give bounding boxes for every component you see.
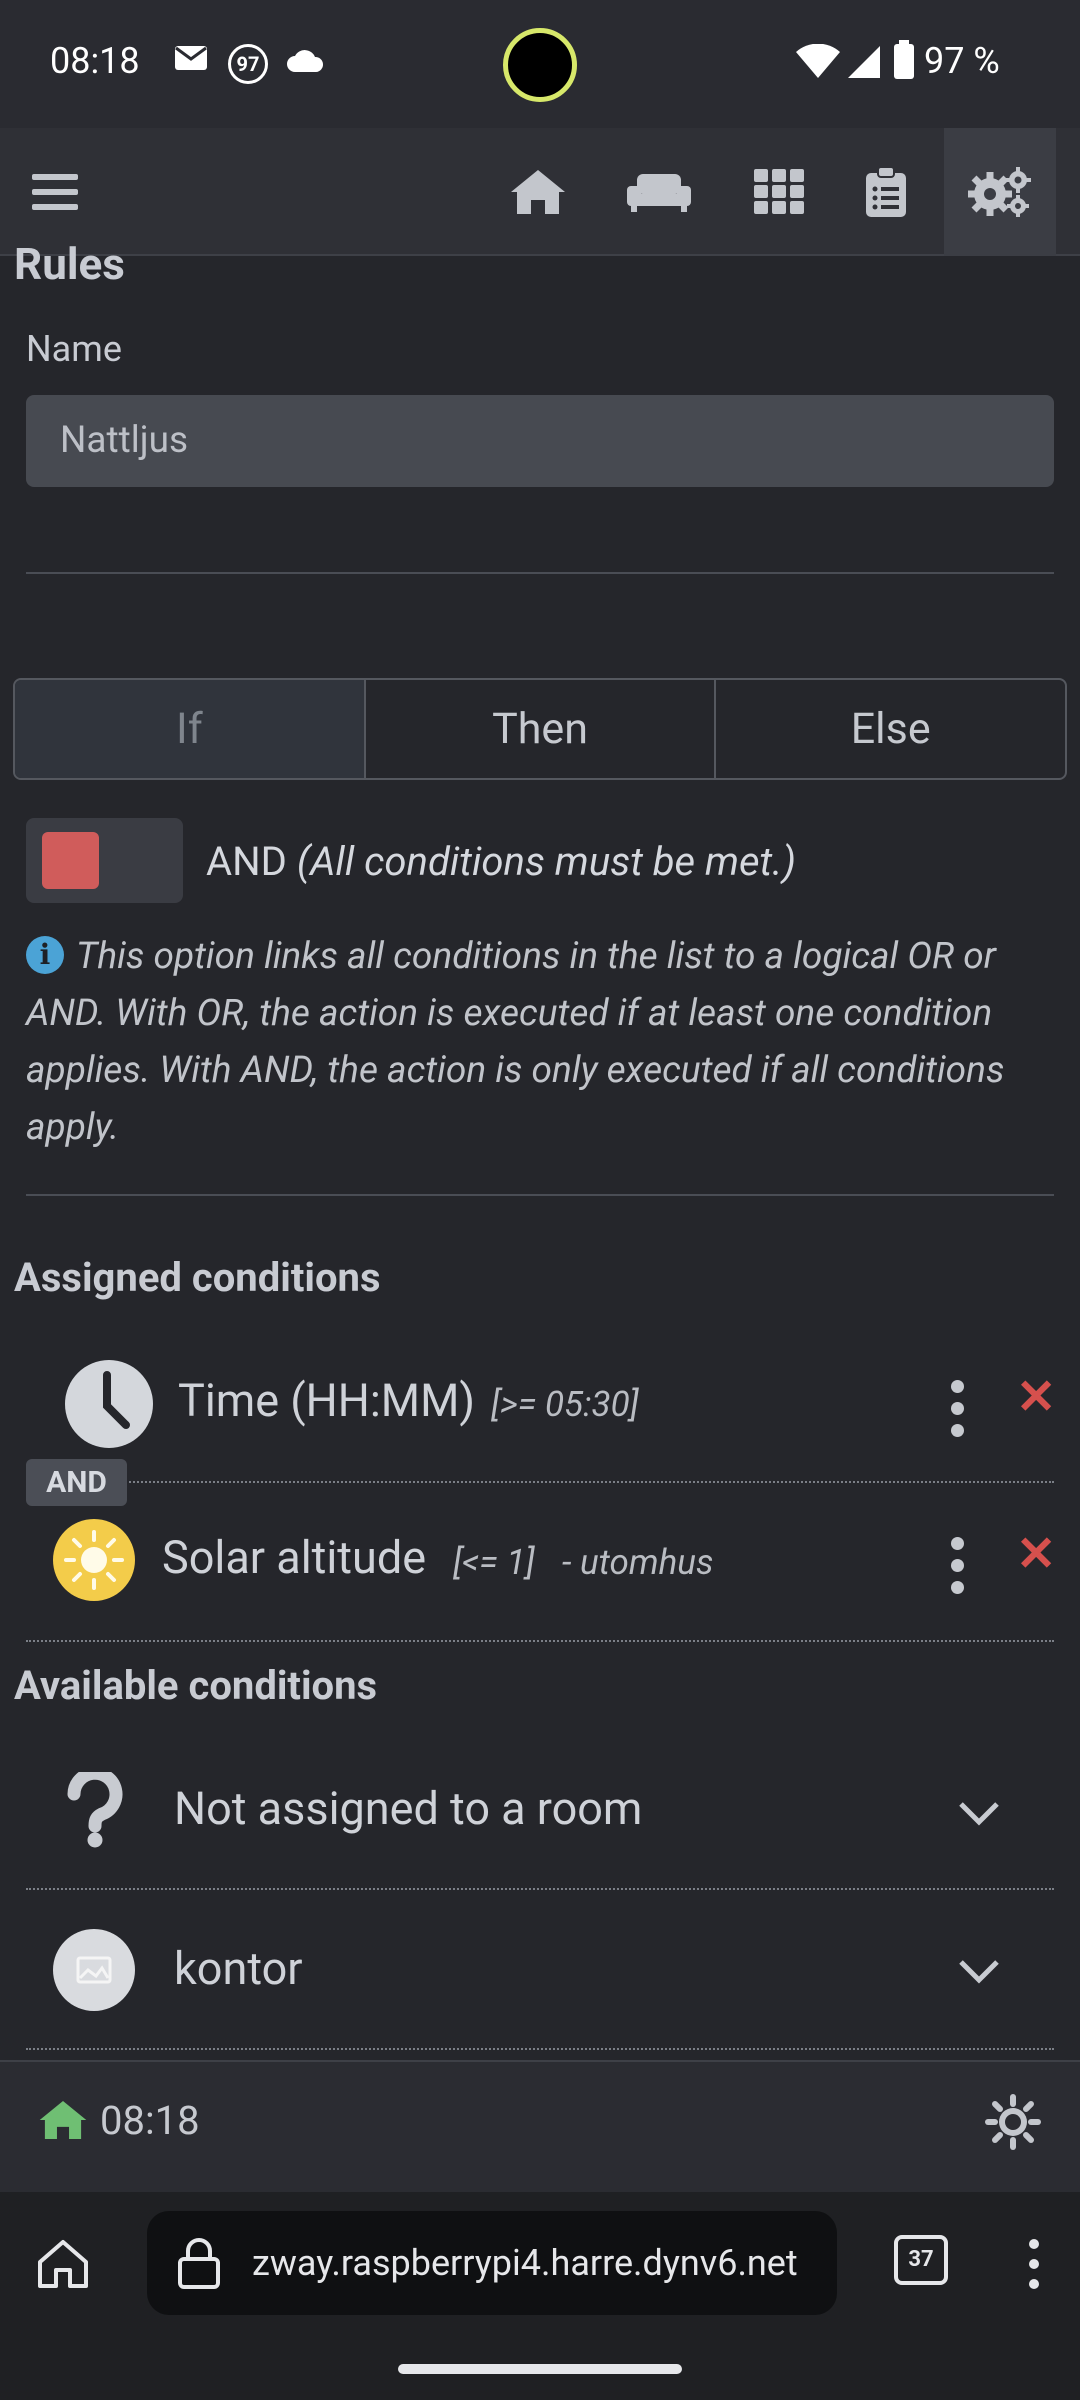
signal-icon (846, 44, 882, 84)
divider (26, 1194, 1054, 1196)
camera-cutout (503, 28, 577, 102)
rule-tabs: If Then Else (13, 678, 1067, 780)
gesture-bar[interactable] (398, 2364, 682, 2374)
question-icon (66, 1766, 124, 1852)
more-options-icon[interactable] (951, 1537, 965, 1603)
logic-info-text: This option links all conditions in the … (26, 935, 1005, 1149)
condition-room: - utomhus (562, 1542, 714, 1583)
brightness-icon[interactable] (985, 2094, 1041, 2154)
browser-home-icon[interactable] (36, 2238, 90, 2294)
logic-mode-label: AND (All conditions must be met.) (206, 838, 796, 885)
available-room-row[interactable]: Not assigned to a room (0, 1762, 1080, 1858)
available-conditions-heading: Available conditions (14, 1662, 378, 1709)
tab-then[interactable]: Then (366, 680, 717, 778)
notification-count-icon: 97 (228, 44, 268, 84)
assigned-conditions-heading: Assigned conditions (14, 1254, 381, 1301)
more-options-icon[interactable] (951, 1380, 965, 1446)
page-title: Rules (14, 238, 125, 290)
sun-icon (52, 1518, 136, 1606)
clipboard-icon[interactable] (831, 128, 941, 256)
top-nav (0, 128, 1080, 256)
url-bar[interactable]: zway.raspberrypi4.harre.dynv6.net (147, 2211, 837, 2315)
battery-percent: 97 % (924, 40, 1000, 82)
status-time: 08:18 (50, 40, 140, 82)
mail-icon (174, 42, 208, 76)
logic-mode: AND (206, 838, 287, 885)
row-separator (26, 2048, 1054, 2050)
sofa-icon[interactable] (604, 128, 714, 256)
name-label: Name (26, 328, 122, 370)
tab-else[interactable]: Else (716, 680, 1065, 778)
info-icon: i (26, 936, 64, 975)
footer-time: 08:18 (100, 2097, 200, 2144)
remove-condition-icon[interactable]: ✕ (1016, 1368, 1056, 1425)
condition-detail: [>= 05:30] (491, 1384, 639, 1425)
remove-condition-icon[interactable]: ✕ (1016, 1525, 1056, 1582)
condition-detail: [<= 1] (453, 1542, 535, 1583)
menu-icon[interactable] (0, 128, 110, 256)
cloud-icon (286, 48, 324, 78)
and-connector-badge: AND (26, 1459, 127, 1506)
toggle-knob (42, 832, 99, 889)
battery-icon (893, 40, 915, 84)
room-label: kontor (174, 1942, 303, 1995)
and-or-toggle[interactable] (26, 818, 183, 903)
home-icon[interactable] (483, 128, 593, 256)
condition-title[interactable]: Time (HH:MM) (178, 1374, 475, 1427)
row-separator (26, 1888, 1054, 1890)
wifi-icon (796, 43, 840, 84)
tab-count-button[interactable]: 37 (894, 2235, 948, 2285)
browser-menu-icon[interactable] (1027, 2238, 1041, 2294)
settings-icon[interactable] (944, 128, 1056, 256)
logic-info: i This option links all conditions in the… (26, 928, 1056, 1156)
condition-separator (26, 1640, 1054, 1642)
assigned-condition-row: Time (HH:MM) [>= 05:30] ✕ (0, 1352, 1080, 1452)
clock-icon (64, 1359, 154, 1453)
room-label: Not assigned to a room (174, 1782, 643, 1835)
condition-separator (26, 1481, 1054, 1483)
logic-mode-description: (All conditions must be met.) (296, 838, 796, 885)
room-photo-icon (52, 1928, 136, 2016)
chevron-down-icon[interactable] (957, 1790, 1001, 1838)
home-status-icon (38, 2098, 88, 2146)
url-text: zway.raspberrypi4.harre.dynv6.net (252, 2242, 798, 2284)
status-bar: 08:18 97 97 % (0, 0, 1080, 128)
divider (26, 572, 1054, 574)
available-room-row[interactable]: kontor (0, 1922, 1080, 2018)
chevron-down-icon[interactable] (957, 1948, 1001, 1996)
name-input[interactable] (26, 395, 1054, 487)
condition-title[interactable]: Solar altitude (162, 1531, 426, 1584)
tab-if[interactable]: If (15, 680, 366, 778)
assigned-condition-row: Solar altitude [<= 1] - utomhus ✕ (0, 1515, 1080, 1605)
grid-icon[interactable] (724, 128, 834, 256)
lock-icon (177, 2237, 221, 2293)
